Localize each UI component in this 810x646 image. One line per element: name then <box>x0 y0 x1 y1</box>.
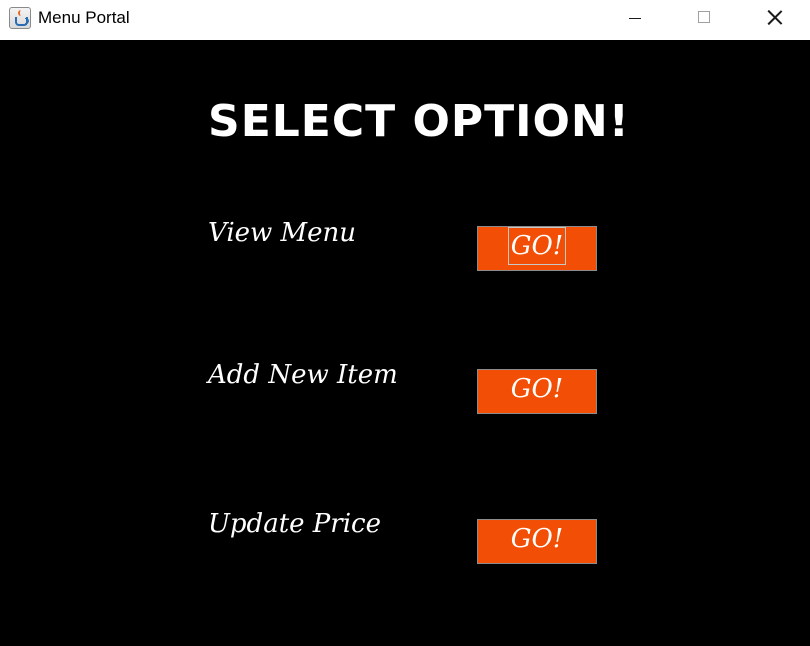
option-label-add-new-item: Add New Item <box>208 360 398 390</box>
window-title: Menu Portal <box>38 8 130 27</box>
add-new-item-go-button[interactable]: GO! <box>477 369 597 414</box>
view-menu-go-button[interactable]: GO! <box>477 226 597 271</box>
maximize-button[interactable] <box>681 0 727 36</box>
java-cup-icon <box>9 7 31 29</box>
content-panel: Select Option! View Menu GO! Add New Ite… <box>0 40 810 646</box>
minimize-button[interactable] <box>612 0 658 36</box>
go-button-label: GO! <box>507 227 567 265</box>
maximize-icon <box>698 11 710 23</box>
app-window: Menu Portal Select Option! View Menu GO!… <box>0 0 810 646</box>
option-label-update-price: Update Price <box>208 509 381 539</box>
option-label-view-menu: View Menu <box>208 218 357 248</box>
go-button-label: GO! <box>510 374 564 404</box>
go-button-label: GO! <box>510 524 564 554</box>
page-heading: Select Option! <box>208 96 630 147</box>
close-button[interactable] <box>752 0 798 36</box>
minimize-icon <box>629 18 641 19</box>
title-bar[interactable]: Menu Portal <box>0 0 810 40</box>
close-icon <box>768 10 782 24</box>
update-price-go-button[interactable]: GO! <box>477 519 597 564</box>
